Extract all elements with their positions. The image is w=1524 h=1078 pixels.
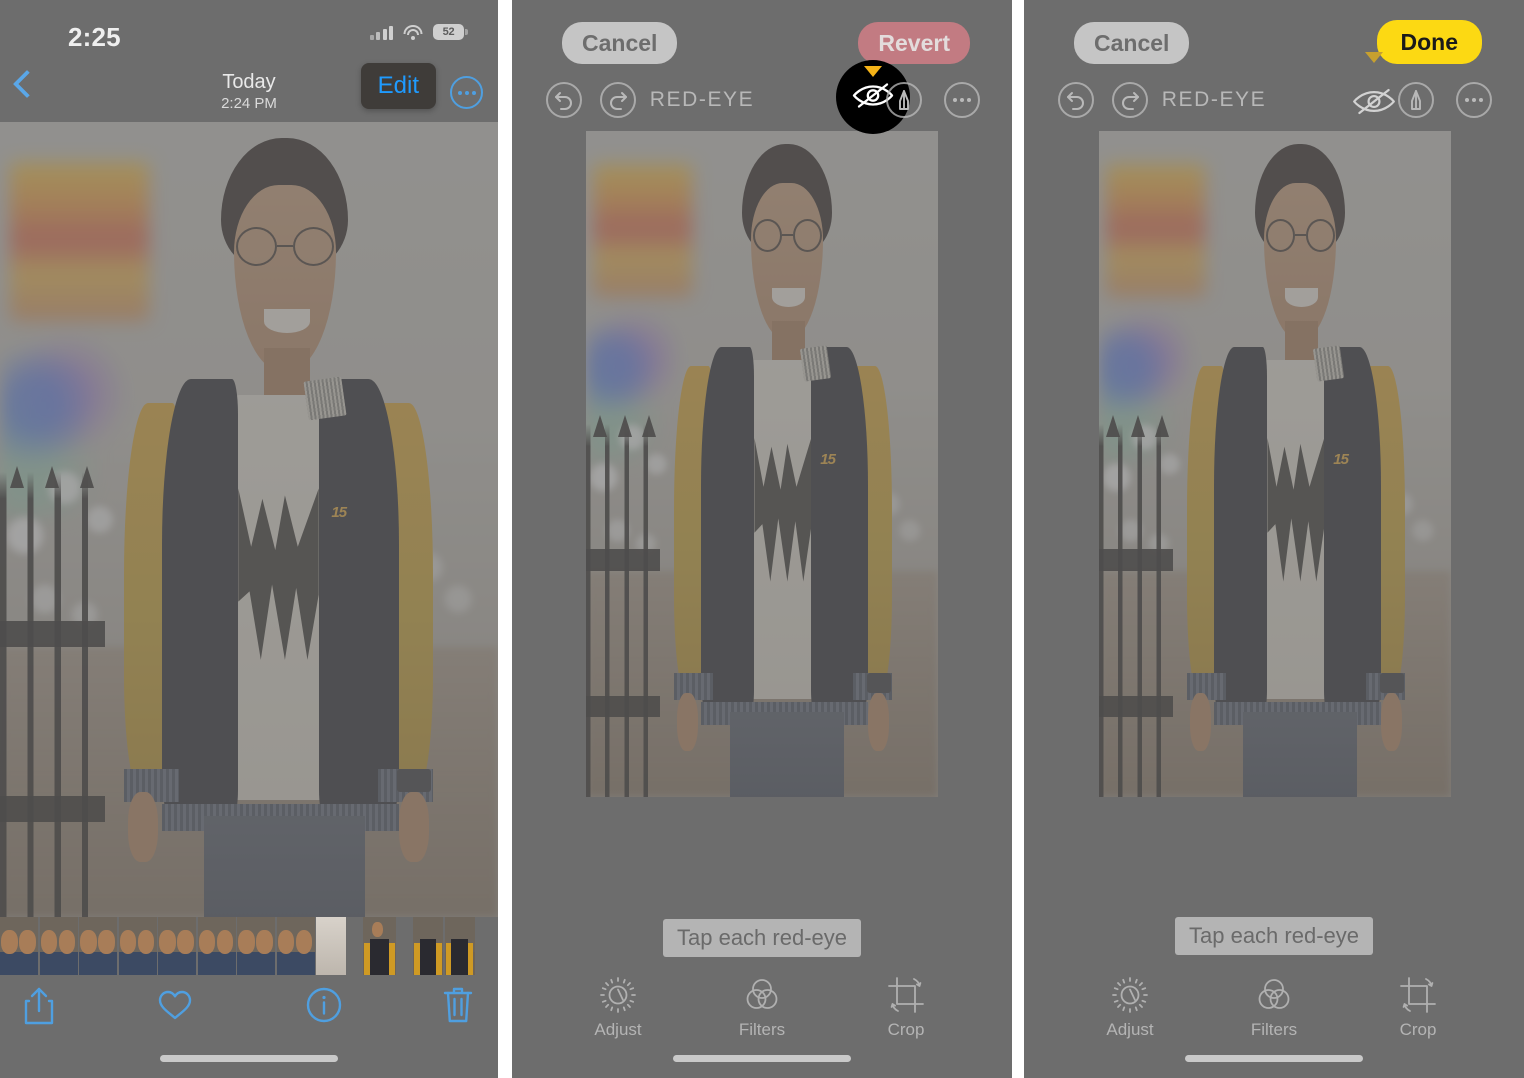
photo-image[interactable]: 15	[1099, 131, 1451, 797]
thumbnail-strip[interactable]	[0, 917, 475, 975]
cellular-signal-icon	[369, 25, 393, 40]
selection-marker-icon	[1365, 52, 1383, 63]
ellipsis-circle-icon[interactable]	[450, 76, 483, 109]
battery-level: 52	[442, 26, 455, 38]
filters-icon	[1231, 972, 1317, 1018]
tab-adjust-label: Adjust	[594, 1020, 642, 1039]
editor-tool-row: RED-EYE	[1024, 52, 1524, 128]
tab-adjust[interactable]: Adjust	[1087, 972, 1173, 1052]
tab-filters[interactable]: Filters	[1231, 972, 1317, 1052]
ellipsis-circle-icon[interactable]	[944, 82, 980, 118]
jacket-number: 15	[1333, 451, 1349, 469]
thumbnail-spacer	[398, 917, 412, 975]
thumbnail-item[interactable]	[237, 917, 275, 975]
home-indicator	[1185, 1055, 1363, 1062]
editor-tool-tabs: Adjust Filters Crop	[1024, 972, 1524, 1052]
heart-icon[interactable]	[158, 989, 192, 1026]
markup-pen-icon[interactable]	[886, 82, 922, 118]
home-indicator	[160, 1055, 338, 1062]
thumbnail-item[interactable]	[316, 917, 346, 975]
thumbnail-item[interactable]	[276, 917, 315, 975]
tab-filters[interactable]: Filters	[719, 972, 805, 1052]
edit-button[interactable]: Edit	[360, 63, 436, 109]
photo-image[interactable]: 15	[0, 122, 498, 917]
editor-tool-tabs: Adjust Filters Crop	[512, 972, 1012, 1052]
jacket-number: 15	[331, 504, 347, 522]
thumbnail-item[interactable]	[118, 917, 157, 975]
ellipsis-circle-icon[interactable]	[1456, 82, 1492, 118]
home-indicator	[673, 1055, 851, 1062]
photo-action-bar	[0, 985, 498, 1043]
status-time: 2:25	[68, 22, 121, 52]
editor-tool-row: RED-EYE	[512, 60, 1012, 134]
editor-top-bar: Cancel Revert RED-EYE	[512, 0, 1012, 140]
tab-filters-label: Filters	[738, 1020, 786, 1039]
phone-panel-redeye-active: 15 Cancel Revert RED-EYE Tap each red-ey…	[512, 0, 1012, 1078]
screenshot-stage: 15 2:25 52 Today 2:24 PM Edit 15 Cancel …	[0, 0, 1524, 1078]
thumbnail-item[interactable]	[0, 917, 38, 975]
tab-crop[interactable]: Crop	[863, 972, 949, 1052]
thumbnail-item[interactable]	[413, 917, 443, 975]
status-bar: 2:25 52	[0, 0, 498, 56]
done-button[interactable]: Done	[1376, 20, 1482, 64]
adjust-icon	[1087, 972, 1173, 1018]
thumbnail-spacer	[348, 917, 362, 975]
jacket-number: 15	[820, 451, 836, 469]
thumbnail-item[interactable]	[39, 917, 78, 975]
eye-slash-icon	[1351, 86, 1397, 123]
share-icon[interactable]	[22, 985, 56, 1032]
redeye-hint-label: Tap each red-eye	[1175, 917, 1373, 955]
tab-adjust-label: Adjust	[1106, 1020, 1154, 1039]
thumbnail-item[interactable]	[197, 917, 236, 975]
tab-crop-label: Crop	[1399, 1020, 1437, 1039]
tab-crop[interactable]: Crop	[1375, 972, 1461, 1052]
phone-panel-redeye-done: 15 Cancel Done RED-EYE Tap each red-eye …	[1024, 0, 1524, 1078]
editor-mode-label: RED-EYE	[649, 88, 755, 111]
filters-icon	[719, 972, 805, 1018]
crop-icon	[863, 972, 949, 1018]
thumbnail-item[interactable]	[444, 917, 475, 975]
thumbnail-item[interactable]	[158, 917, 196, 975]
markup-pen-icon[interactable]	[1398, 82, 1434, 118]
phone-panel-photo-viewer: 15 2:25 52 Today 2:24 PM Edit	[0, 0, 498, 1078]
editor-mode-label: RED-EYE	[1161, 88, 1267, 111]
tab-adjust[interactable]: Adjust	[575, 972, 661, 1052]
tab-crop-label: Crop	[887, 1020, 925, 1039]
cancel-button[interactable]: Cancel	[1074, 22, 1190, 64]
selection-marker-icon	[864, 66, 882, 77]
photo-image[interactable]: 15	[586, 131, 938, 797]
thumbnail-item-selected[interactable]	[363, 917, 396, 975]
tab-filters-label: Filters	[1250, 1020, 1298, 1039]
wifi-icon	[403, 24, 423, 40]
thumbnail-item[interactable]	[79, 917, 117, 975]
revert-button[interactable]: Revert	[858, 22, 970, 64]
redeye-hint-label: Tap each red-eye	[663, 919, 861, 957]
crop-icon	[1375, 972, 1461, 1018]
info-circle-icon[interactable]	[306, 987, 342, 1028]
battery-icon: 52	[433, 24, 468, 40]
trash-icon[interactable]	[442, 985, 474, 1030]
cancel-button[interactable]: Cancel	[562, 22, 678, 64]
nav-bar: Today 2:24 PM Edit	[0, 62, 498, 124]
editor-top-bar: Cancel Done RED-EYE	[1024, 0, 1524, 140]
adjust-icon	[575, 972, 661, 1018]
